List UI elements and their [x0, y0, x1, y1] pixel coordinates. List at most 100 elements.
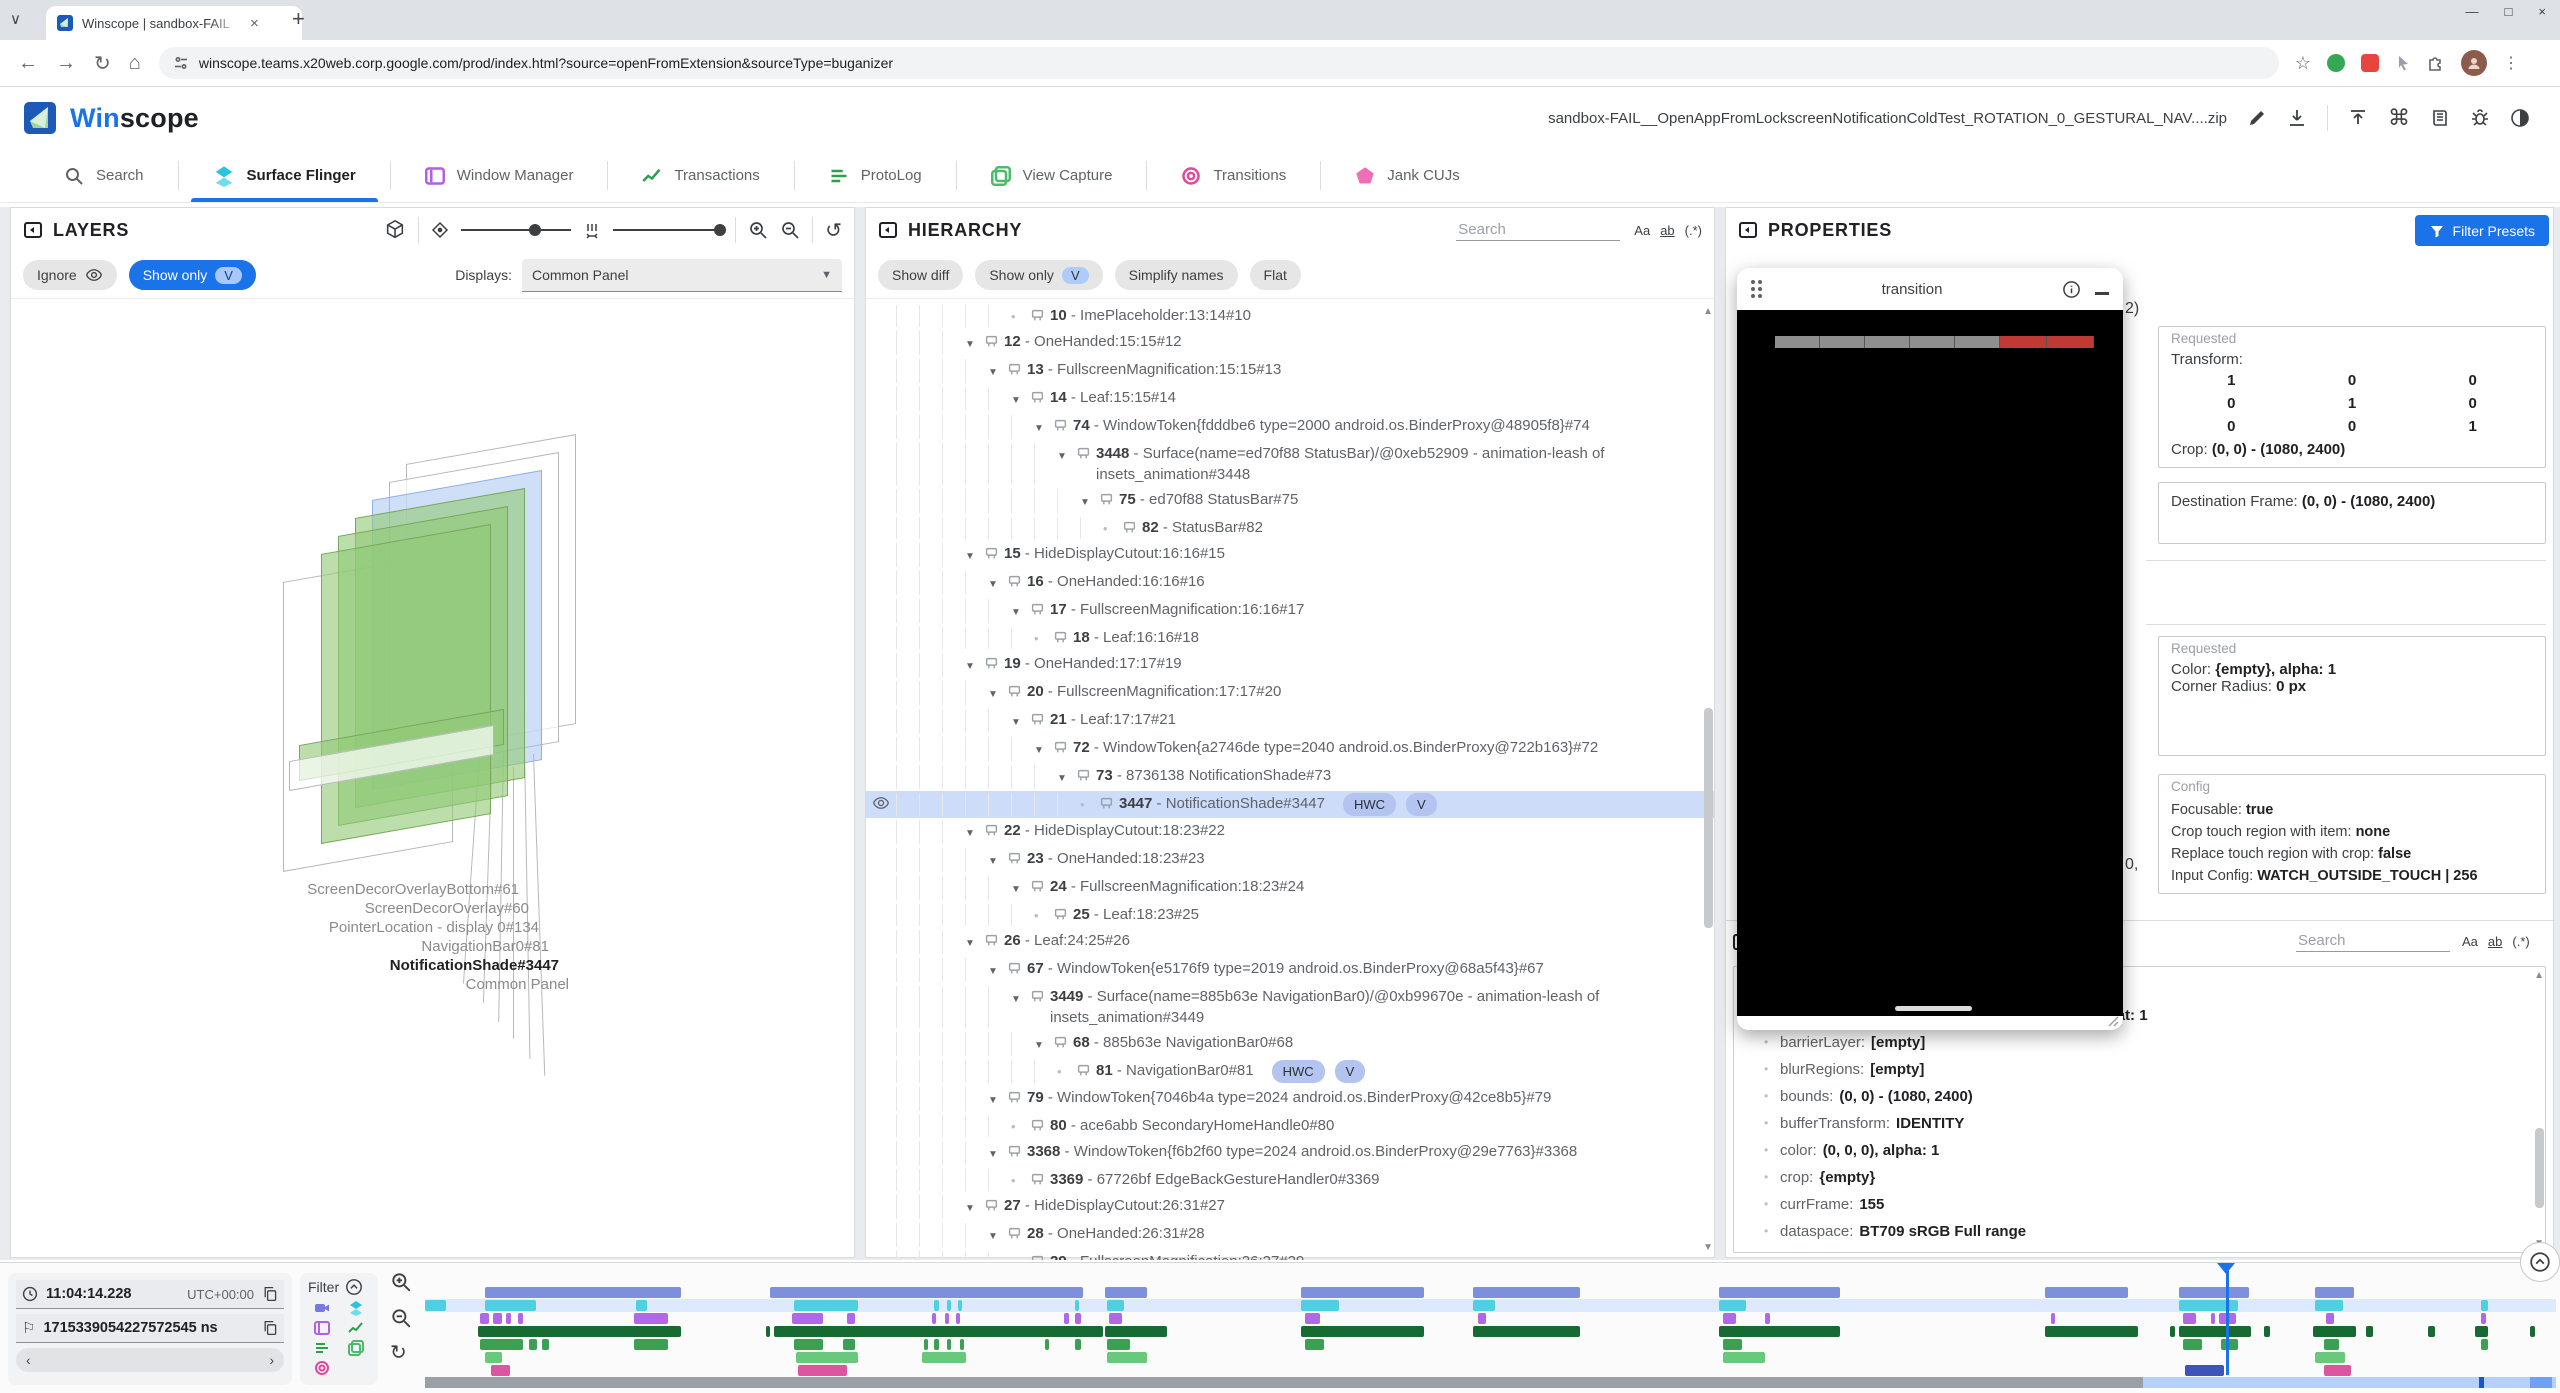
tree-node-75[interactable]: ▼75 - ed70f88 StatusBar#75 — [866, 487, 1714, 515]
timeline-segment[interactable] — [2481, 1313, 2485, 1324]
display-select[interactable]: Common Panel ▼ — [522, 259, 842, 292]
timeline-segment[interactable] — [1301, 1326, 1425, 1337]
layer-label-selected[interactable]: NotificationShade#3447 — [390, 957, 559, 974]
timeline-segment[interactable] — [2045, 1326, 2139, 1337]
timeline-canvas[interactable] — [425, 1263, 2556, 1393]
browser-tab[interactable]: Winscope | sandbox-FAIL × — [46, 6, 302, 40]
expand-arrow-icon[interactable]: ▼ — [1011, 709, 1031, 733]
timeline-segment[interactable] — [1765, 1313, 1769, 1324]
timeline-segment[interactable] — [2530, 1326, 2534, 1337]
expand-arrow-icon[interactable]: ▼ — [988, 1141, 1008, 1165]
regex-icon[interactable]: (.*) — [1685, 223, 1702, 238]
timeline-segment[interactable] — [1301, 1300, 1339, 1311]
resize-handle[interactable] — [2108, 1016, 2119, 1027]
tree-node-24[interactable]: ▼24 - FullscreenMagnification:18:23#24 — [866, 874, 1714, 902]
hierarchy-search-input[interactable]: Search — [1456, 219, 1620, 241]
timeline-segment[interactable] — [493, 1313, 502, 1324]
window-manager-trace-icon[interactable] — [314, 1320, 330, 1336]
ns-time-field[interactable]: ⚐ 1715339054227572545 ns — [16, 1314, 284, 1343]
layer-label[interactable]: ScreenDecorOverlayBottom#61 — [307, 881, 519, 898]
filter-presets-button[interactable]: Filter Presets — [2415, 215, 2549, 246]
forward-button[interactable]: → — [56, 52, 76, 75]
timeline-segment[interactable] — [1064, 1313, 1068, 1324]
tree-node-15[interactable]: ▼15 - HideDisplayCutout:16:16#15 — [866, 541, 1714, 569]
tree-node-3369[interactable]: •3369 - 67726bf EdgeBackGestureHandler0#… — [866, 1167, 1714, 1193]
timeline-segment[interactable] — [2264, 1326, 2270, 1337]
transition-preview-window[interactable]: transition — [1737, 268, 2123, 1030]
profile-avatar[interactable] — [2461, 50, 2487, 76]
timeline-segment[interactable] — [1107, 1352, 1147, 1363]
tab-close-icon[interactable]: × — [250, 15, 259, 32]
tree-node-3449[interactable]: ▼3449 - Surface(name=885b63e NavigationB… — [866, 984, 1714, 1030]
tree-node-29[interactable]: ▼29 - FullscreenMagnification:26:27#29 — [866, 1249, 1714, 1260]
expand-arrow-icon[interactable]: ▼ — [1034, 415, 1054, 439]
match-case-icon[interactable]: Aa — [2462, 934, 2478, 949]
human-time-field[interactable]: 11:04:14.228 UTC+00:00 — [16, 1280, 284, 1309]
timeline-segment[interactable] — [529, 1339, 536, 1350]
timeline-segment[interactable] — [794, 1339, 824, 1350]
timeline-segment[interactable] — [1045, 1339, 1049, 1350]
timeline-segment[interactable] — [1105, 1326, 1167, 1337]
timeline-segment[interactable] — [794, 1300, 858, 1311]
tree-node-81[interactable]: •81 - NavigationBar0#81HWCV — [866, 1058, 1714, 1085]
tree-node-82[interactable]: •82 - StatusBar#82 — [866, 515, 1714, 541]
layers-3d-canvas[interactable]: ScreenDecorOverlayBottom#61 ScreenDecorO… — [11, 299, 854, 1258]
tree-node-3368[interactable]: ▼3368 - WindowToken{f6b2f60 type=2024 an… — [866, 1139, 1714, 1167]
tree-node-67[interactable]: ▼67 - WindowToken{e5176f9 type=2019 andr… — [866, 956, 1714, 984]
download-icon[interactable] — [2287, 108, 2307, 128]
collapse-panel-icon[interactable] — [878, 220, 898, 240]
timeline-segment[interactable] — [2183, 1339, 2202, 1350]
layer-rect[interactable] — [321, 524, 491, 844]
layer-label[interactable]: NavigationBar0#81 — [421, 938, 549, 955]
expand-arrow-icon[interactable]: ▼ — [988, 359, 1008, 383]
timeline-segment[interactable] — [796, 1352, 858, 1363]
expand-arrow-icon[interactable]: ▼ — [988, 958, 1008, 982]
timeline-segment[interactable] — [1719, 1300, 1747, 1311]
tree-node-22[interactable]: ▼22 - HideDisplayCutout:18:23#22 — [866, 818, 1714, 846]
collapse-panel-icon[interactable] — [1738, 220, 1758, 240]
property-row[interactable]: •bounds:(0, 0) - (1080, 2400) — [1738, 1083, 2541, 1110]
expand-arrow-icon[interactable]: ▼ — [1057, 443, 1077, 467]
layer-label[interactable]: Common Panel — [466, 976, 569, 993]
transactions-trace-icon[interactable] — [348, 1320, 364, 1336]
show-only-v-button[interactable]: Show only V — [129, 260, 256, 290]
expand-arrow-icon[interactable]: ▼ — [965, 930, 985, 954]
tree-node-19[interactable]: ▼19 - OneHanded:17:17#19 — [866, 651, 1714, 679]
tab-transitions[interactable]: Transitions — [1147, 149, 1320, 202]
zoom-in-icon[interactable] — [748, 220, 768, 240]
timeline-segment[interactable] — [1719, 1326, 1840, 1337]
expand-arrow-icon[interactable]: ▼ — [988, 1223, 1008, 1247]
expand-arrow-icon[interactable]: ▼ — [1057, 765, 1077, 789]
drag-handle-icon[interactable] — [1751, 280, 1762, 298]
timeline-segment[interactable] — [2366, 1326, 2372, 1337]
reload-button[interactable]: ↻ — [94, 51, 111, 76]
timeline-segment[interactable] — [2324, 1365, 2352, 1376]
back-button[interactable]: ← — [18, 52, 38, 75]
timeline-segment[interactable] — [478, 1326, 680, 1337]
timeline-reset-zoom-icon[interactable]: ↻ — [390, 1343, 412, 1363]
timeline-segment[interactable] — [945, 1313, 949, 1324]
visibility-eye-icon[interactable] — [872, 794, 890, 812]
expand-arrow-icon[interactable]: ▼ — [1011, 876, 1031, 900]
timeline-segment[interactable] — [480, 1339, 523, 1350]
timeline-segment[interactable] — [1107, 1339, 1130, 1350]
rotation-slider[interactable] — [461, 229, 571, 231]
timeline-segment[interactable] — [2183, 1313, 2196, 1324]
timeline-segment[interactable] — [960, 1339, 964, 1350]
bug-icon[interactable] — [2470, 108, 2490, 128]
tab-transactions[interactable]: Transactions — [608, 149, 793, 202]
next-frame-icon[interactable]: › — [269, 1352, 274, 1368]
timeline-segment[interactable] — [934, 1300, 938, 1311]
tree-node-3448[interactable]: ▼3448 - Surface(name=ed70f88 StatusBar)/… — [866, 441, 1714, 487]
expand-arrow-icon[interactable]: ▼ — [965, 653, 985, 677]
timeline-segment[interactable] — [2481, 1339, 2487, 1350]
timeline-segment[interactable] — [518, 1313, 523, 1324]
expand-arrow-icon[interactable]: ▼ — [988, 1087, 1008, 1111]
properties-search-input[interactable]: Search — [2296, 930, 2450, 952]
prev-frame-icon[interactable]: ‹ — [26, 1352, 31, 1368]
tree-node-13[interactable]: ▼13 - FullscreenMagnification:15:15#13 — [866, 357, 1714, 385]
minimize-icon[interactable] — [2095, 292, 2109, 295]
expand-arrow-icon[interactable]: ▼ — [1011, 599, 1031, 623]
timeline-zoom-in-icon[interactable] — [390, 1271, 412, 1293]
timeline-segment[interactable] — [2185, 1365, 2223, 1376]
